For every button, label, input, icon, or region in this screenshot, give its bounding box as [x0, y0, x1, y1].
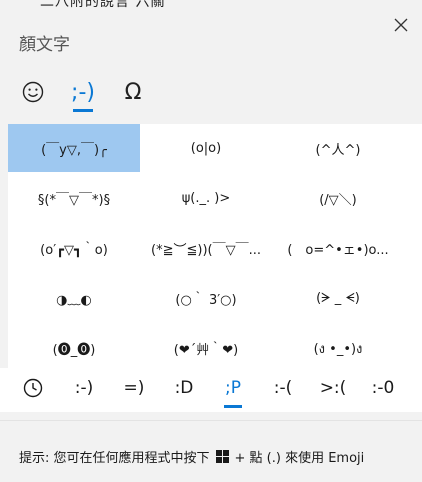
- tab-emoji[interactable]: [11, 68, 55, 116]
- background-window-text: 二八附的說言 六關: [40, 0, 166, 8]
- tab-kaomoji-label: ;-): [71, 79, 95, 105]
- windows-key-icon: [215, 450, 229, 463]
- kaomoji-cell[interactable]: (ᗒ _ ᗕ): [272, 274, 404, 322]
- close-icon: [394, 18, 408, 32]
- hint-bar: 提示: 您可在任何應用程式中按下 + 點 (.) 來使用 Emoji: [0, 420, 422, 482]
- tab-smile[interactable]: :-): [62, 368, 106, 408]
- tab-neutral[interactable]: :-0: [361, 368, 405, 408]
- kaomoji-cell[interactable]: ( o=^•ェ•)o...: [272, 224, 404, 272]
- active-tab-indicator: [224, 405, 242, 408]
- kaomoji-cell[interactable]: (ง •_•)ง: [272, 324, 404, 372]
- kaomoji-grid: (￣y▽,￣)╭ (o|o) (^人^) §(*￣▽￣*)§ ψ(._. )> …: [8, 124, 422, 374]
- kaomoji-cell[interactable]: ◑﹏◐: [8, 274, 140, 322]
- tab-tongue[interactable]: ;P: [211, 368, 255, 408]
- tab-recent[interactable]: [16, 368, 50, 408]
- tab-angry[interactable]: >:(: [311, 368, 355, 408]
- kaomoji-cell[interactable]: (○｀ 3′○): [140, 274, 272, 322]
- active-tab-indicator: [73, 109, 93, 112]
- panel-header: 顏文字: [0, 8, 422, 66]
- smiley-icon: [22, 81, 44, 103]
- kaomoji-cell[interactable]: (o|o): [140, 124, 272, 172]
- tab-happy[interactable]: =): [112, 368, 156, 408]
- hint-text: 提示: 您可在任何應用程式中按下 + 點 (.) 來使用 Emoji: [19, 447, 364, 466]
- omega-icon: Ω: [124, 79, 142, 105]
- tab-sad[interactable]: :-(: [261, 368, 305, 408]
- kaomoji-cell[interactable]: (❤´艸｀❤): [140, 324, 272, 372]
- kaomoji-cell[interactable]: (^人^): [272, 124, 404, 172]
- tab-symbols[interactable]: Ω: [111, 68, 155, 116]
- kaomoji-cell[interactable]: (o′┏▽┓｀o): [8, 224, 140, 272]
- kaomoji-cell[interactable]: (/▽＼): [272, 174, 404, 222]
- kaomoji-cell[interactable]: ψ(._. )>: [140, 174, 272, 222]
- kaomoji-cell[interactable]: (￣y▽,￣)╭: [8, 124, 140, 172]
- background-window-strip: 二八附的說言 六關: [0, 0, 422, 8]
- kaomoji-cell[interactable]: §(*￣▽￣*)§: [8, 174, 140, 222]
- kaomoji-cell[interactable]: (⓿_⓿): [8, 324, 140, 372]
- hint-prefix: 提示: 您可在任何應用程式中按下: [19, 451, 210, 466]
- close-button[interactable]: [390, 14, 412, 36]
- kaomoji-category-tabs: :-) =) :D ;P :-( >:( :-0: [0, 368, 422, 412]
- clock-icon: [23, 378, 43, 398]
- panel-title: 顏文字: [19, 35, 70, 55]
- kaomoji-cell[interactable]: (*≧︶≦))(￣▽￣...: [140, 224, 272, 272]
- tab-laugh[interactable]: :D: [162, 368, 206, 408]
- category-tabs: ;-) Ω: [0, 68, 422, 120]
- tab-kaomoji[interactable]: ;-): [61, 68, 105, 116]
- hint-suffix: + 點 (.) 來使用 Emoji: [234, 451, 365, 466]
